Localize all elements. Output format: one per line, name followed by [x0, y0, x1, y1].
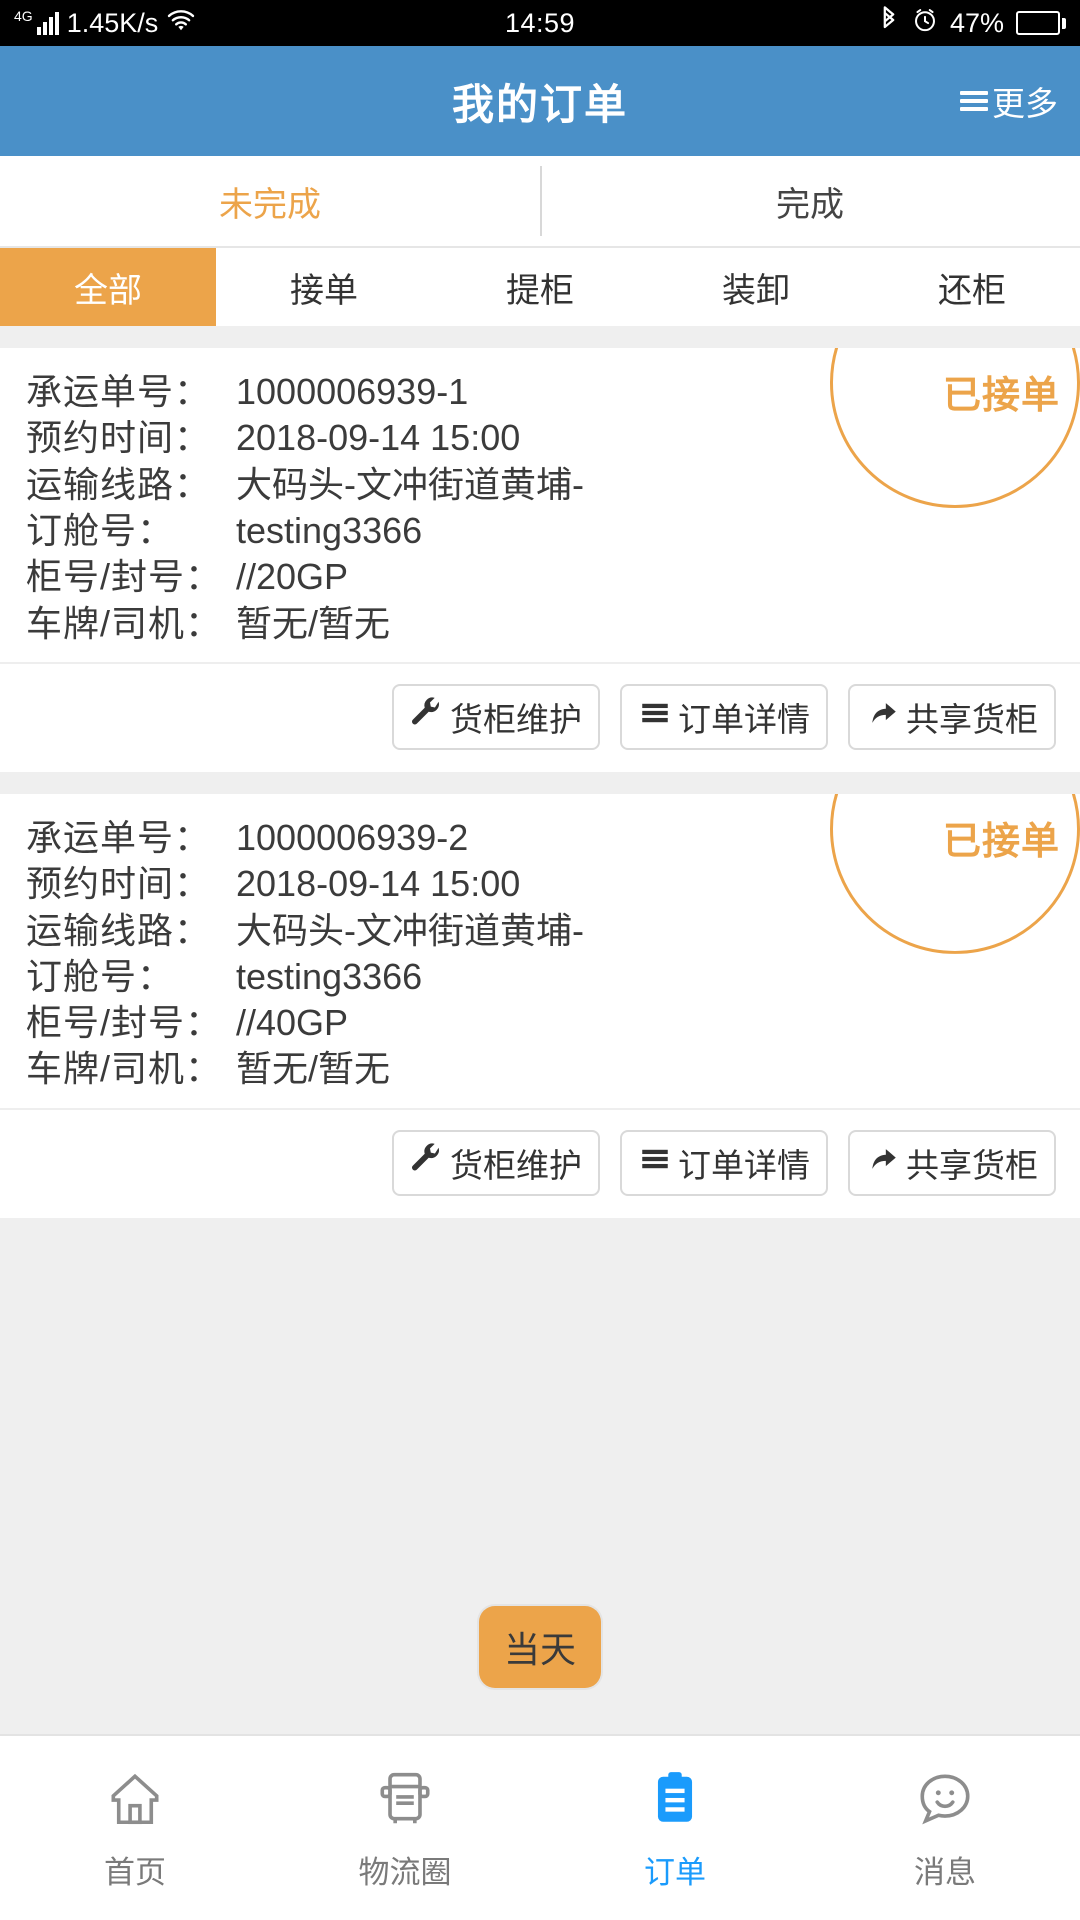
- field-route-label: 运输线路：: [26, 909, 212, 951]
- nav-item-home-label: 首页: [104, 1854, 166, 1890]
- field-booking: 订舱号： testing3366: [26, 955, 1080, 997]
- container-maintenance-label: 货柜维护: [450, 700, 582, 738]
- field-container-value: //20GP: [236, 556, 349, 598]
- field-container: 柜号/封号： //20GP: [26, 556, 1080, 598]
- subtab-all[interactable]: 全部: [0, 248, 216, 326]
- field-booking-value: testing3366: [236, 509, 423, 551]
- field-booking-label: 订舱号：: [26, 955, 175, 997]
- list-icon: [638, 696, 672, 738]
- field-waybill: 承运单号： 1000006939-1: [26, 371, 1080, 412]
- field-appointment: 预约时间： 2018-09-14 15:00: [26, 417, 1080, 459]
- app-header: 我的订单 更多: [0, 46, 1080, 156]
- field-route: 运输线路： 大码头-文冲街道黄埔-: [26, 463, 1080, 505]
- order-card[interactable]: 已接单 承运单号： 1000006939-1 预约时间： 2018-09-14 …: [0, 348, 1080, 772]
- nav-item-logistics-label: 物流圈: [358, 1854, 452, 1890]
- field-driver-value: 暂无/暂无: [236, 1048, 391, 1090]
- field-waybill-label: 承运单号：: [26, 371, 212, 412]
- subtab-return[interactable]: 还柜: [864, 248, 1080, 326]
- field-appointment: 预约时间： 2018-09-14 15:00: [26, 863, 1080, 905]
- field-waybill-label: 承运单号：: [26, 816, 212, 858]
- field-driver-label: 车牌/司机：: [26, 602, 223, 644]
- page-title: 我的订单: [451, 80, 628, 128]
- field-appointment-value: 2018-09-14 15:00: [236, 863, 521, 905]
- list-icon: [638, 1142, 672, 1184]
- more-button[interactable]: 更多: [960, 77, 1058, 125]
- floating-button-container: 当天: [0, 1606, 1080, 1688]
- field-route-value: 大码头-文冲街道黄埔-: [236, 909, 584, 951]
- hamburger-icon: [960, 91, 988, 111]
- field-container: 柜号/封号： //40GP: [26, 1002, 1080, 1044]
- share-arrow-icon: [866, 696, 900, 738]
- today-filter-button[interactable]: 当天: [479, 1606, 601, 1688]
- container-maintenance-label: 货柜维护: [450, 1146, 582, 1184]
- field-route-value: 大码头-文冲街道黄埔-: [236, 463, 584, 505]
- status-bar: 4G 1.45K/s 14:59 47%: [0, 0, 1080, 46]
- container-maintenance-button[interactable]: 货柜维护: [392, 1129, 600, 1196]
- main-tab-bar: 未完成 完成: [0, 156, 1080, 246]
- share-container-label: 共享货柜: [906, 1146, 1038, 1184]
- wrench-icon: [410, 1142, 444, 1184]
- nav-item-orders-label: 订单: [644, 1854, 706, 1890]
- home-icon: [104, 1765, 166, 1833]
- field-waybill: 承运单号： 1000006939-2: [26, 816, 1080, 858]
- order-detail-label: 订单详情: [678, 700, 810, 738]
- field-booking-label: 订舱号：: [26, 509, 175, 551]
- nav-item-logistics[interactable]: 物流圈: [270, 1736, 540, 1920]
- order-card[interactable]: 已接单 承运单号： 1000006939-2 预约时间： 2018-09-14 …: [0, 793, 1080, 1218]
- nav-item-messages[interactable]: 消息: [810, 1736, 1080, 1920]
- subtab-pickup[interactable]: 提柜: [432, 248, 648, 326]
- order-card-body: 承运单号： 1000006939-2 预约时间： 2018-09-14 15:0…: [0, 794, 1080, 1108]
- field-route: 运输线路： 大码头-文冲街道黄埔-: [26, 909, 1080, 951]
- share-arrow-icon: [866, 1142, 900, 1184]
- field-booking: 订舱号： testing3366: [26, 509, 1080, 551]
- share-container-button[interactable]: 共享货柜: [848, 1129, 1056, 1196]
- sub-tab-bar: 全部 接单 提柜 装卸 还柜: [0, 246, 1080, 326]
- app-screen: 4G 1.45K/s 14:59 47% 我的订单 更多 未完成 完成 全部 接…: [0, 0, 1080, 1920]
- nav-item-orders[interactable]: 订单: [540, 1736, 810, 1920]
- container-maintenance-button[interactable]: 货柜维护: [392, 683, 600, 750]
- field-driver-value: 暂无/暂无: [236, 602, 391, 644]
- field-booking-value: testing3366: [236, 955, 423, 997]
- tab-complete[interactable]: 完成: [540, 156, 1080, 246]
- subtab-accept[interactable]: 接单: [216, 248, 432, 326]
- field-appointment-label: 预约时间：: [26, 863, 212, 905]
- more-button-label: 更多: [992, 85, 1058, 122]
- order-detail-button[interactable]: 订单详情: [620, 683, 828, 750]
- field-driver: 车牌/司机： 暂无/暂无: [26, 602, 1080, 644]
- bottom-nav-bar: 首页 物流圈 订单 消息: [0, 1734, 1080, 1920]
- truck-icon: [374, 1765, 436, 1833]
- field-container-label: 柜号/封号：: [26, 1002, 223, 1044]
- clipboard-icon: [644, 1765, 706, 1833]
- order-detail-label: 订单详情: [678, 1146, 810, 1184]
- field-driver-label: 车牌/司机：: [26, 1048, 223, 1090]
- wrench-icon: [410, 696, 444, 738]
- field-container-label: 柜号/封号：: [26, 556, 223, 598]
- list-top-spacer: [0, 326, 1080, 348]
- field-waybill-value: 1000006939-1: [236, 371, 469, 412]
- order-detail-button[interactable]: 订单详情: [620, 1129, 828, 1196]
- subtab-loading[interactable]: 装卸: [648, 248, 864, 326]
- tab-incomplete[interactable]: 未完成: [0, 156, 540, 246]
- nav-item-home[interactable]: 首页: [0, 1736, 270, 1920]
- order-list: 已接单 承运单号： 1000006939-1 预约时间： 2018-09-14 …: [0, 326, 1080, 1218]
- order-card-actions: 货柜维护 订单详情 共享货柜: [0, 1107, 1080, 1218]
- field-route-label: 运输线路：: [26, 463, 212, 505]
- field-appointment-value: 2018-09-14 15:00: [236, 417, 521, 459]
- field-waybill-value: 1000006939-2: [236, 816, 469, 858]
- order-card-body: 承运单号： 1000006939-1 预约时间： 2018-09-14 15:0…: [0, 348, 1080, 662]
- status-bar-clock: 14:59: [504, 7, 576, 38]
- nav-item-messages-label: 消息: [914, 1854, 976, 1890]
- share-container-button[interactable]: 共享货柜: [848, 683, 1056, 750]
- field-driver: 车牌/司机： 暂无/暂无: [26, 1048, 1080, 1090]
- field-container-value: //40GP: [236, 1002, 349, 1044]
- order-card-actions: 货柜维护 订单详情 共享货柜: [0, 661, 1080, 772]
- smiley-chat-icon: [914, 1765, 976, 1833]
- list-card-spacer: [0, 771, 1080, 794]
- share-container-label: 共享货柜: [906, 700, 1038, 738]
- field-appointment-label: 预约时间：: [26, 417, 212, 459]
